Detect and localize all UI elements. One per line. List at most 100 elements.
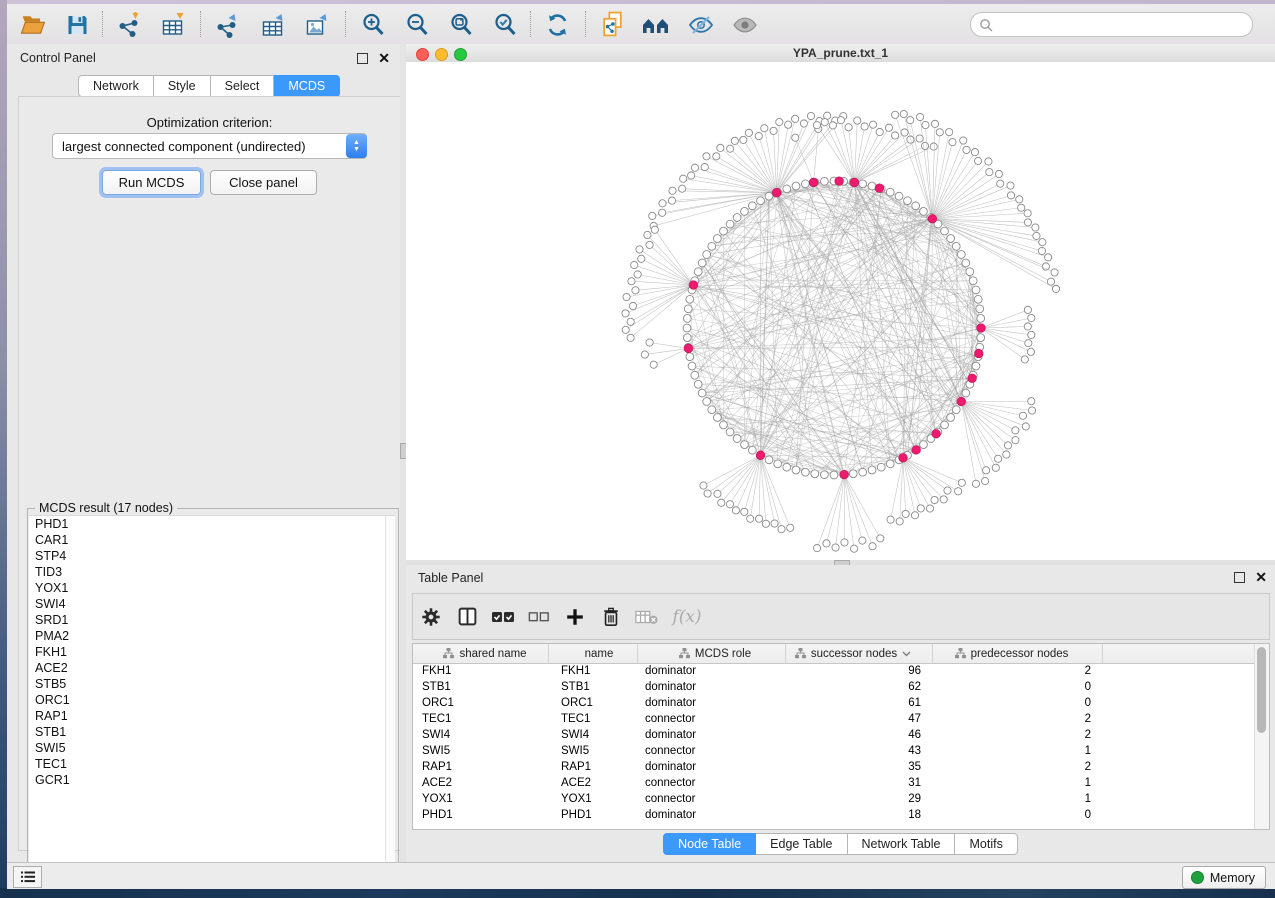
cell-mcds-role[interactable]: dominator	[638, 759, 786, 775]
table-row[interactable]: SWI5SWI5connector431	[413, 743, 1255, 759]
column-header-name[interactable]: name	[549, 644, 638, 663]
optimization-criterion-select[interactable]: largest connected component (undirected)…	[52, 133, 367, 159]
import-network-icon[interactable]	[111, 9, 147, 40]
close-panel-icon[interactable]: ✕	[1255, 573, 1267, 582]
mcds-result-item[interactable]: GCR1	[29, 772, 395, 788]
cell-mcds-role[interactable]: connector	[638, 743, 786, 759]
cell-shared-name[interactable]: TEC1	[413, 711, 549, 727]
mcds-result-item[interactable]: SWI4	[29, 596, 395, 612]
window-zoom-icon[interactable]	[454, 48, 467, 61]
cell-mcds-role[interactable]: connector	[638, 791, 786, 807]
save-session-icon[interactable]	[59, 9, 95, 40]
network-window-titlebar[interactable]: YPA_prune.txt_1	[406, 44, 1275, 63]
tab-style[interactable]: Style	[154, 75, 211, 97]
cell-predecessor-nodes[interactable]: 0	[933, 679, 1103, 695]
network-canvas[interactable]	[406, 62, 1275, 559]
cell-shared-name[interactable]: RAP1	[413, 759, 549, 775]
cell-predecessor-nodes[interactable]: 2	[933, 727, 1103, 743]
run-mcds-button[interactable]: Run MCDS	[102, 170, 201, 195]
mcds-result-item[interactable]: TEC1	[29, 756, 395, 772]
cell-mcds-role[interactable]: connector	[638, 711, 786, 727]
column-header-shared-name[interactable]: shared name	[413, 644, 549, 663]
cell-predecessor-nodes[interactable]: 1	[933, 775, 1103, 791]
cell-shared-name[interactable]: YOX1	[413, 791, 549, 807]
cell-name[interactable]: TEC1	[549, 711, 638, 727]
first-neighbors-icon[interactable]	[639, 9, 675, 40]
table-body[interactable]: FKH1FKH1dominator962STB1STB1dominator620…	[413, 663, 1255, 829]
float-panel-icon[interactable]	[357, 53, 368, 64]
cell-successor-nodes[interactable]: 47	[786, 711, 933, 727]
cell-mcds-role[interactable]: dominator	[638, 807, 786, 823]
table-row[interactable]: TEC1TEC1connector472	[413, 711, 1255, 727]
export-network-icon[interactable]	[209, 9, 245, 40]
mcds-result-item[interactable]: ACE2	[29, 660, 395, 676]
export-table-icon[interactable]	[255, 9, 291, 40]
window-close-icon[interactable]	[416, 48, 429, 61]
tab-select[interactable]: Select	[211, 75, 275, 97]
import-table-icon[interactable]	[155, 9, 191, 40]
cell-mcds-role[interactable]: dominator	[638, 727, 786, 743]
mcds-result-item[interactable]: PMA2	[29, 628, 395, 644]
cell-name[interactable]: ORC1	[549, 695, 638, 711]
cell-successor-nodes[interactable]: 62	[786, 679, 933, 695]
mcds-result-item[interactable]: CAR1	[29, 532, 395, 548]
tab-network[interactable]: Network	[78, 75, 154, 97]
cell-predecessor-nodes[interactable]: 2	[933, 759, 1103, 775]
hide-selected-icon[interactable]	[683, 9, 719, 40]
show-all-icon[interactable]	[727, 9, 763, 40]
mcds-result-item[interactable]: RAP1	[29, 708, 395, 724]
tab-motifs[interactable]: Motifs	[955, 833, 1017, 855]
mcds-result-item[interactable]: YOX1	[29, 580, 395, 596]
mcds-result-item[interactable]: SWI5	[29, 740, 395, 756]
cell-predecessor-nodes[interactable]: 2	[933, 711, 1103, 727]
zoom-out-icon[interactable]	[399, 9, 435, 40]
table-row[interactable]: YOX1YOX1connector291	[413, 791, 1255, 807]
table-row[interactable]: RAP1RAP1dominator352	[413, 759, 1255, 775]
open-file-icon[interactable]	[15, 9, 51, 40]
cell-mcds-role[interactable]: connector	[638, 775, 786, 791]
cell-successor-nodes[interactable]: 31	[786, 775, 933, 791]
cell-mcds-role[interactable]: dominator	[638, 663, 786, 679]
column-header-mcds-role[interactable]: MCDS role	[638, 644, 786, 663]
table-row[interactable]: ACE2ACE2connector311	[413, 775, 1255, 791]
table-row[interactable]: PHD1PHD1dominator180	[413, 807, 1255, 823]
cell-shared-name[interactable]: ACE2	[413, 775, 549, 791]
mcds-result-item[interactable]: STB1	[29, 724, 395, 740]
cell-shared-name[interactable]: SWI5	[413, 743, 549, 759]
cell-successor-nodes[interactable]: 29	[786, 791, 933, 807]
mcds-result-item[interactable]: STP4	[29, 548, 395, 564]
mcds-result-list[interactable]: PHD1CAR1STP4TID3YOX1SWI4SRD1PMA2FKH1ACE2…	[29, 515, 395, 884]
cell-name[interactable]: SWI5	[549, 743, 638, 759]
table-row[interactable]: SWI4SWI4dominator462	[413, 727, 1255, 743]
table-row[interactable]: ORC1ORC1dominator610	[413, 695, 1255, 711]
column-header-successor-nodes[interactable]: successor nodes	[786, 644, 933, 663]
select-all-icon[interactable]	[485, 599, 521, 635]
close-panel-button[interactable]: Close panel	[210, 170, 317, 195]
table-row[interactable]: STB1STB1dominator620	[413, 679, 1255, 695]
clone-network-icon[interactable]	[595, 9, 631, 40]
window-minimize-icon[interactable]	[435, 48, 448, 61]
cell-successor-nodes[interactable]: 43	[786, 743, 933, 759]
cell-name[interactable]: PHD1	[549, 807, 638, 823]
cell-name[interactable]: STB1	[549, 679, 638, 695]
mcds-result-item[interactable]: TID3	[29, 564, 395, 580]
cell-mcds-role[interactable]: dominator	[638, 679, 786, 695]
mcds-result-item[interactable]: PHD1	[29, 516, 395, 532]
tab-mcds[interactable]: MCDS	[274, 75, 340, 97]
close-panel-icon[interactable]: ✕	[378, 54, 390, 63]
mcds-result-item[interactable]: FKH1	[29, 644, 395, 660]
cell-shared-name[interactable]: ORC1	[413, 695, 549, 711]
zoom-fit-icon[interactable]	[443, 9, 479, 40]
scrollbar-thumb[interactable]	[1257, 647, 1266, 733]
cell-successor-nodes[interactable]: 61	[786, 695, 933, 711]
cell-shared-name[interactable]: FKH1	[413, 663, 549, 679]
zoom-in-icon[interactable]	[355, 9, 391, 40]
cell-predecessor-nodes[interactable]: 2	[933, 663, 1103, 679]
cell-successor-nodes[interactable]: 18	[786, 807, 933, 823]
cell-predecessor-nodes[interactable]: 0	[933, 807, 1103, 823]
export-image-icon[interactable]	[299, 9, 335, 40]
cell-name[interactable]: RAP1	[549, 759, 638, 775]
cell-successor-nodes[interactable]: 96	[786, 663, 933, 679]
cell-successor-nodes[interactable]: 46	[786, 727, 933, 743]
task-history-list-icon[interactable]	[13, 866, 42, 888]
